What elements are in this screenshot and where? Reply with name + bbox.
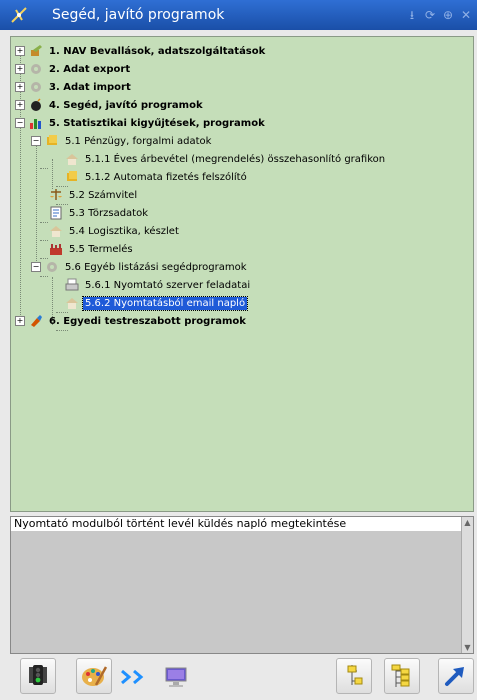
forward-icon (121, 669, 144, 685)
restore-icon[interactable]: ⟳ (423, 8, 437, 22)
tree-item-automata-fizetes[interactable]: 5.1.2 Automata fizetés felszólító (65, 168, 249, 186)
tree-item-label: 4. Segéd, javító programok (49, 99, 203, 111)
window-title: Segéd, javító programok (52, 7, 225, 23)
tree-item-nav[interactable]: + 1. NAV Bevallások, adatszolgáltatások (15, 42, 267, 60)
monitor-icon (165, 667, 187, 687)
expand-all-icon (391, 664, 410, 687)
bar-chart-icon (30, 119, 41, 129)
traffic-light-button[interactable] (20, 658, 56, 694)
program-tree[interactable]: + 1. NAV Bevallások, adatszolgáltatások … (10, 36, 474, 512)
expand-all-button[interactable] (384, 658, 420, 694)
run-button[interactable] (438, 658, 474, 694)
tree-item-label: 5.3 Törzsadatok (69, 207, 149, 219)
house-icon (66, 298, 78, 309)
expand-icon[interactable]: + (15, 64, 25, 74)
money-icon (67, 171, 77, 181)
pin-icon[interactable]: ⭳ (405, 8, 419, 22)
tree-item-label: 5.6.2 Nyomtatásból email napló (81, 295, 249, 311)
tree-item-eves-arbevetel[interactable]: 5.1.1 Éves árbevétel (megrendelés) össze… (65, 150, 387, 168)
expand-icon[interactable]: + (15, 100, 25, 110)
collapse-icon[interactable]: − (15, 118, 25, 128)
close-icon[interactable]: ✕ (459, 8, 473, 22)
gear-icon (31, 64, 41, 74)
money-icon (47, 135, 57, 145)
palette-button[interactable] (76, 658, 112, 694)
tree-item-label: 5.6 Egyéb listázási segédprogramok (65, 261, 247, 273)
forward-button[interactable] (118, 664, 152, 690)
tree-item-label: 5.1.2 Automata fizetés felszólító (85, 171, 247, 183)
zoom-icon[interactable]: ⊕ (441, 8, 455, 22)
monitor-button[interactable] (162, 664, 190, 690)
tree-item-nyomtato-szerver[interactable]: 5.6.1 Nyomtató szerver feladatai (65, 276, 252, 294)
collapse-icon[interactable]: − (31, 262, 41, 272)
scroll-up-icon[interactable]: ▲ (462, 517, 473, 528)
tree-item-nyomtatasbol-email[interactable]: 5.6.2 Nyomtatásból email napló (65, 294, 249, 312)
tree-item-label: 5.1 Pénzügy, forgalmi adatok (65, 135, 212, 147)
tree-item-label: 1. NAV Bevallások, adatszolgáltatások (49, 45, 266, 57)
tree-item-label: 5.2 Számvitel (69, 189, 138, 201)
factory-icon (50, 244, 62, 255)
tree-item-label: 5. Statisztikai kigyűjtések, programok (49, 117, 265, 129)
tree-item-label: 5.6.1 Nyomtató szerver feladatai (85, 279, 251, 291)
expand-icon[interactable]: + (15, 82, 25, 92)
expand-icon[interactable]: + (15, 316, 25, 326)
tree-item-penzugy[interactable]: − 5.1 Pénzügy, forgalmi adatok (31, 132, 213, 150)
expand-icon[interactable]: + (15, 46, 25, 56)
traffic-light-icon (29, 665, 47, 685)
tree-item-label: 2. Adat export (49, 63, 131, 75)
tree-item-termeles[interactable]: 5.5 Termelés (49, 240, 135, 258)
scales-icon (50, 189, 62, 200)
tree-item-label: 5.4 Logisztika, készlet (69, 225, 179, 237)
gear-icon (47, 262, 57, 272)
tools-icon (31, 45, 42, 56)
tree-item-szamvitel[interactable]: 5.2 Számvitel (49, 186, 139, 204)
document-icon (50, 206, 62, 220)
app-logo-icon (11, 7, 27, 23)
scroll-down-icon[interactable]: ▼ (462, 642, 473, 653)
expand-one-button[interactable] (336, 658, 372, 694)
tree-item-label: 3. Adat import (49, 81, 131, 93)
gear-icon (31, 82, 41, 92)
house-icon (50, 226, 62, 237)
custom-icon (31, 315, 42, 327)
tree-item-statisztikai[interactable]: − 5. Statisztikai kigyűjtések, programok (15, 114, 267, 132)
description-panel: Nyomtató modulból történt levél küldés n… (10, 516, 474, 654)
expand-one-icon (347, 665, 363, 685)
palette-icon (82, 666, 108, 686)
tree-item-adat-export[interactable]: + 2. Adat export (15, 60, 132, 78)
bottom-toolbar (0, 656, 477, 700)
tree-item-label: 6. Egyedi testreszabott programok (49, 315, 246, 327)
tree-item-label: 5.1.1 Éves árbevétel (megrendelés) össze… (85, 153, 386, 165)
tree-item-seged[interactable]: + 4. Segéd, javító programok (15, 96, 205, 114)
description-scrollbar[interactable]: ▲ ▼ (461, 517, 473, 653)
tree-item-egyedi[interactable]: + 6. Egyedi testreszabott programok (15, 312, 248, 330)
house-icon (66, 154, 78, 165)
run-arrow-icon (445, 667, 464, 686)
printer-icon (65, 278, 79, 291)
collapse-icon[interactable]: − (31, 136, 41, 146)
tree-item-adat-import[interactable]: + 3. Adat import (15, 78, 133, 96)
tree-item-logisztika[interactable]: 5.4 Logisztika, készlet (49, 222, 181, 240)
tree-item-torzsadatok[interactable]: 5.3 Törzsadatok (49, 204, 150, 222)
tree-item-egyeb-listazasi[interactable]: − 5.6 Egyéb listázási segédprogramok (31, 258, 249, 276)
tree-item-label: 5.5 Termelés (69, 243, 133, 255)
bomb-icon (31, 98, 41, 111)
title-bar: Segéd, javító programok ⭳ ⟳ ⊕ ✕ (0, 0, 477, 30)
description-text: Nyomtató modulból történt levél küldés n… (11, 517, 463, 531)
